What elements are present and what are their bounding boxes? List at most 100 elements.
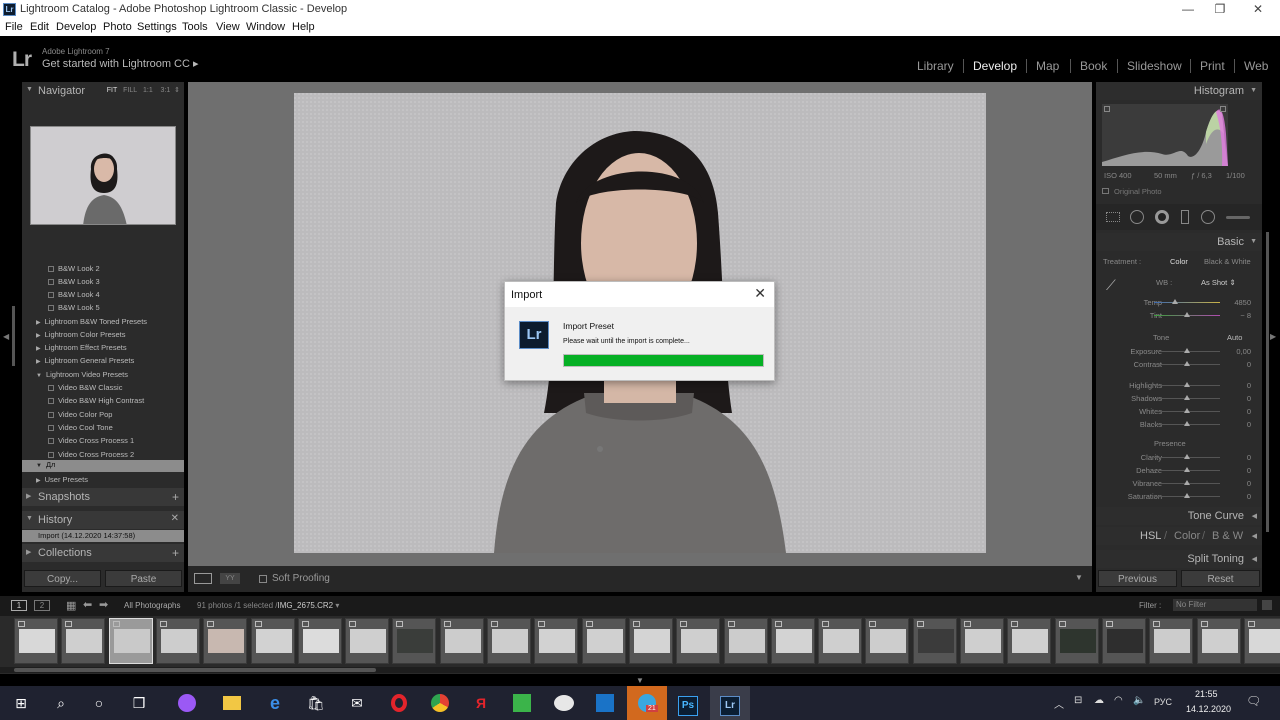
wechat-icon[interactable] — [551, 690, 577, 716]
preset-item[interactable]: B&W Look 4 — [48, 290, 100, 299]
filmstrip-thumbnail[interactable] — [439, 618, 484, 664]
split-toning-header[interactable]: Split Toning ◀ — [1096, 550, 1262, 568]
treatment-bw[interactable]: Black & White — [1204, 257, 1251, 266]
preset-group-open[interactable]: ▼ Lightroom Video Presets — [36, 370, 128, 379]
preset-folder-selected[interactable]: ▼ Дл — [22, 460, 184, 472]
preset-group[interactable]: ▶ Lightroom Color Presets — [36, 330, 126, 339]
filmstrip-thumbnail[interactable] — [581, 618, 626, 664]
tray-chevron-icon[interactable]: ︿ — [1054, 696, 1064, 711]
opera-icon[interactable] — [386, 690, 412, 716]
treatment-color[interactable]: Color — [1170, 257, 1188, 266]
slider-thumb[interactable] — [1184, 421, 1190, 426]
slider-thumb[interactable] — [1184, 348, 1190, 353]
temp-slider[interactable] — [1154, 302, 1220, 303]
highlight-clipping-icon[interactable] — [1220, 106, 1226, 112]
clock-time[interactable]: 21:55 — [1195, 689, 1218, 699]
module-print[interactable]: Print — [1200, 59, 1225, 73]
outlook-icon[interactable] — [592, 690, 618, 716]
notifications-icon[interactable]: 🗨 — [1246, 694, 1261, 708]
preset-item[interactable]: Video Cool Tone — [48, 423, 113, 432]
adjustment-brush-icon[interactable] — [1226, 216, 1250, 219]
collections-header[interactable]: ▶ Collections + — [22, 544, 184, 562]
slider-value[interactable]: 0 — [1229, 394, 1251, 403]
clear-history-icon[interactable]: ✕ — [171, 513, 179, 524]
module-library[interactable]: Library — [917, 59, 954, 73]
slider-thumb[interactable] — [1184, 361, 1190, 366]
slider-thumb[interactable] — [1184, 395, 1190, 400]
filmstrip-thumbnail[interactable] — [1196, 618, 1241, 664]
module-map[interactable]: Map — [1036, 59, 1059, 73]
nav-fit[interactable]: FIT — [107, 87, 118, 94]
module-develop[interactable]: Develop — [973, 59, 1017, 73]
menu-window[interactable]: Window — [246, 21, 285, 33]
auto-tone-button[interactable]: Auto — [1227, 333, 1242, 342]
graduated-filter-icon[interactable] — [1181, 210, 1189, 224]
task-view-icon[interactable]: ❒ — [126, 690, 152, 716]
preset-item[interactable]: B&W Look 5 — [48, 303, 100, 312]
filmstrip-thumbnail[interactable] — [770, 618, 815, 664]
snapshots-header[interactable]: ▶ Snapshots + — [22, 488, 184, 506]
loupe-view-icon[interactable] — [194, 573, 212, 584]
get-started-link[interactable]: Get started with Lightroom CC ▸ — [42, 57, 199, 70]
photoshop-icon[interactable]: Ps — [675, 690, 701, 716]
color-tab[interactable]: Color — [1174, 530, 1200, 542]
histogram-header[interactable]: Histogram ▼ — [1096, 82, 1262, 100]
right-panel-toggle-icon[interactable]: ▶ — [1270, 332, 1276, 341]
menu-file[interactable]: File — [5, 21, 23, 33]
close-window-button[interactable]: ✕ — [1248, 2, 1268, 17]
temp-thumb[interactable] — [1172, 299, 1178, 304]
slider-value[interactable]: 0 — [1229, 381, 1251, 390]
slider-thumb[interactable] — [1184, 408, 1190, 413]
slider-value[interactable]: 0 — [1229, 492, 1251, 501]
soft-proofing-checkbox[interactable] — [259, 575, 267, 583]
preset-item[interactable]: Video B&W High Contrast — [48, 396, 144, 405]
filmstrip-thumbnail[interactable] — [250, 618, 295, 664]
menu-view[interactable]: View — [216, 21, 240, 33]
onedrive-icon[interactable]: ☁ — [1094, 695, 1104, 706]
back-arrow-icon[interactable]: ⬅ — [83, 598, 92, 611]
menu-help[interactable]: Help — [292, 21, 315, 33]
nav-fill[interactable]: FILL — [123, 87, 137, 94]
maximize-button[interactable]: ❐ — [1210, 2, 1230, 17]
filmstrip-thumbnail[interactable] — [1101, 618, 1146, 664]
search-icon[interactable]: ⌕ — [48, 690, 74, 716]
preset-item[interactable]: Video Cross Process 1 — [48, 436, 134, 445]
preset-group[interactable]: ▶ Lightroom Effect Presets — [36, 343, 127, 352]
radial-filter-icon[interactable] — [1201, 210, 1215, 224]
alice-icon[interactable] — [174, 690, 200, 716]
preset-group[interactable]: ▶ User Presets — [36, 475, 88, 484]
preset-item[interactable]: B&W Look 3 — [48, 277, 100, 286]
filmstrip-thumbnail[interactable] — [297, 618, 342, 664]
filmstrip-thumbnail[interactable] — [155, 618, 200, 664]
slider-value[interactable]: 0 — [1229, 466, 1251, 475]
slider-value[interactable]: 0 — [1229, 420, 1251, 429]
filmstrip-thumbnail[interactable] — [818, 618, 863, 664]
hsl-tab[interactable]: HSL — [1140, 530, 1161, 542]
copy-button[interactable]: Copy... — [24, 570, 101, 587]
hsl-header[interactable]: HSL / Color / B & W ◀ — [1096, 527, 1262, 545]
chrome-icon[interactable] — [427, 690, 453, 716]
menu-edit[interactable]: Edit — [30, 21, 49, 33]
explorer-icon[interactable] — [219, 690, 245, 716]
language-indicator[interactable]: РУС — [1154, 697, 1172, 707]
wb-select[interactable]: As Shot ⇕ — [1201, 278, 1236, 287]
left-panel-toggle-icon[interactable]: ◀ — [3, 332, 9, 341]
filmstrip-thumbnail[interactable] — [14, 618, 58, 664]
slider-thumb[interactable] — [1184, 382, 1190, 387]
clock-date[interactable]: 14.12.2020 — [1186, 704, 1231, 714]
right-scrollbar[interactable] — [1266, 232, 1269, 532]
filmstrip-thumbnail[interactable] — [676, 618, 721, 664]
edge-icon[interactable]: e — [262, 690, 288, 716]
page-2-button[interactable]: 2 — [34, 600, 50, 611]
before-after-icon[interactable]: YY — [220, 573, 240, 584]
preset-item[interactable]: B&W Look 2 — [48, 264, 100, 273]
preset-item[interactable]: Video Color Pop — [48, 410, 112, 419]
module-web[interactable]: Web — [1244, 59, 1268, 73]
filmstrip-thumbnail[interactable] — [534, 618, 579, 664]
navigator-preview[interactable] — [30, 126, 176, 225]
filmstrip-thumbnail[interactable] — [1054, 618, 1099, 664]
phone-icon[interactable] — [509, 690, 535, 716]
filmstrip-thumbnail[interactable] — [61, 618, 106, 664]
basic-header[interactable]: Basic ▼ — [1096, 233, 1262, 251]
tint-thumb[interactable] — [1184, 312, 1190, 317]
